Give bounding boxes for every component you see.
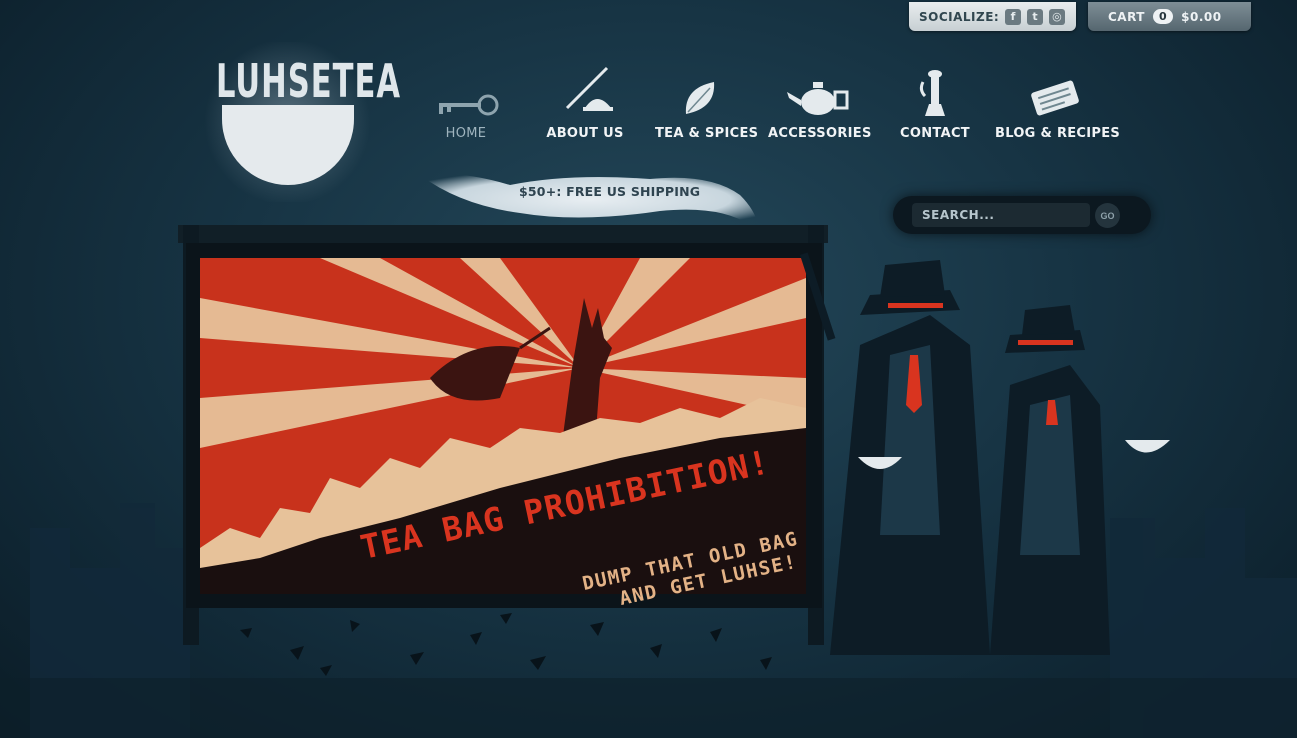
nav-tea-spices[interactable]: TEA & SPICES: [655, 62, 759, 141]
cart-total: $0.00: [1181, 9, 1222, 24]
quill-bell-icon: [565, 66, 613, 111]
socialize-bar: SOCIALIZE: f t ◎: [909, 2, 1076, 31]
free-shipping-banner: $50+: FREE US SHIPPING: [519, 184, 701, 199]
nav-blog-recipes[interactable]: BLOG & RECIPES: [995, 62, 1121, 141]
ground-debris: [240, 613, 772, 676]
telephone-icon: [919, 70, 945, 116]
cart-button[interactable]: CART 0 $0.00: [1088, 2, 1251, 31]
teapot-icon: [787, 82, 849, 115]
main-nav: HOME ABOUT US TEA & SPICES ACCESSORIES C…: [410, 62, 1140, 152]
nav-accessories-label: ACCESSORIES: [768, 126, 872, 141]
key-icon: [439, 94, 499, 116]
logo-text: LUHSETEA: [216, 55, 402, 109]
billboard-top-beam: [178, 225, 828, 243]
socialize-label: SOCIALIZE:: [919, 9, 1000, 24]
nav-contact-label: CONTACT: [900, 126, 970, 141]
search-input[interactable]: [912, 203, 1090, 227]
instagram-icon[interactable]: ◎: [1049, 8, 1066, 25]
search-go-button[interactable]: GO: [1095, 203, 1120, 228]
cart-label: CART: [1108, 9, 1145, 24]
poster-illustration: [200, 258, 806, 594]
nav-contact[interactable]: CONTACT: [900, 62, 970, 141]
newspaper-icon: [1031, 80, 1079, 116]
gangster-cats-illustration: [800, 252, 1170, 655]
facebook-icon[interactable]: f: [1005, 8, 1022, 25]
nav-blog-recipes-label: BLOG & RECIPES: [995, 126, 1121, 141]
twitter-icon[interactable]: t: [1027, 8, 1044, 25]
nav-about-us[interactable]: ABOUT US: [545, 62, 625, 141]
nav-home[interactable]: HOME: [430, 62, 502, 141]
prohibition-poster[interactable]: [200, 258, 806, 594]
leaf-icon: [685, 82, 715, 114]
cart-count-badge: 0: [1152, 9, 1174, 24]
nav-accessories[interactable]: ACCESSORIES: [768, 62, 872, 141]
nav-about-us-label: ABOUT US: [546, 126, 624, 141]
nav-tea-spices-label: TEA & SPICES: [655, 126, 759, 141]
nav-home-label: HOME: [445, 126, 487, 141]
